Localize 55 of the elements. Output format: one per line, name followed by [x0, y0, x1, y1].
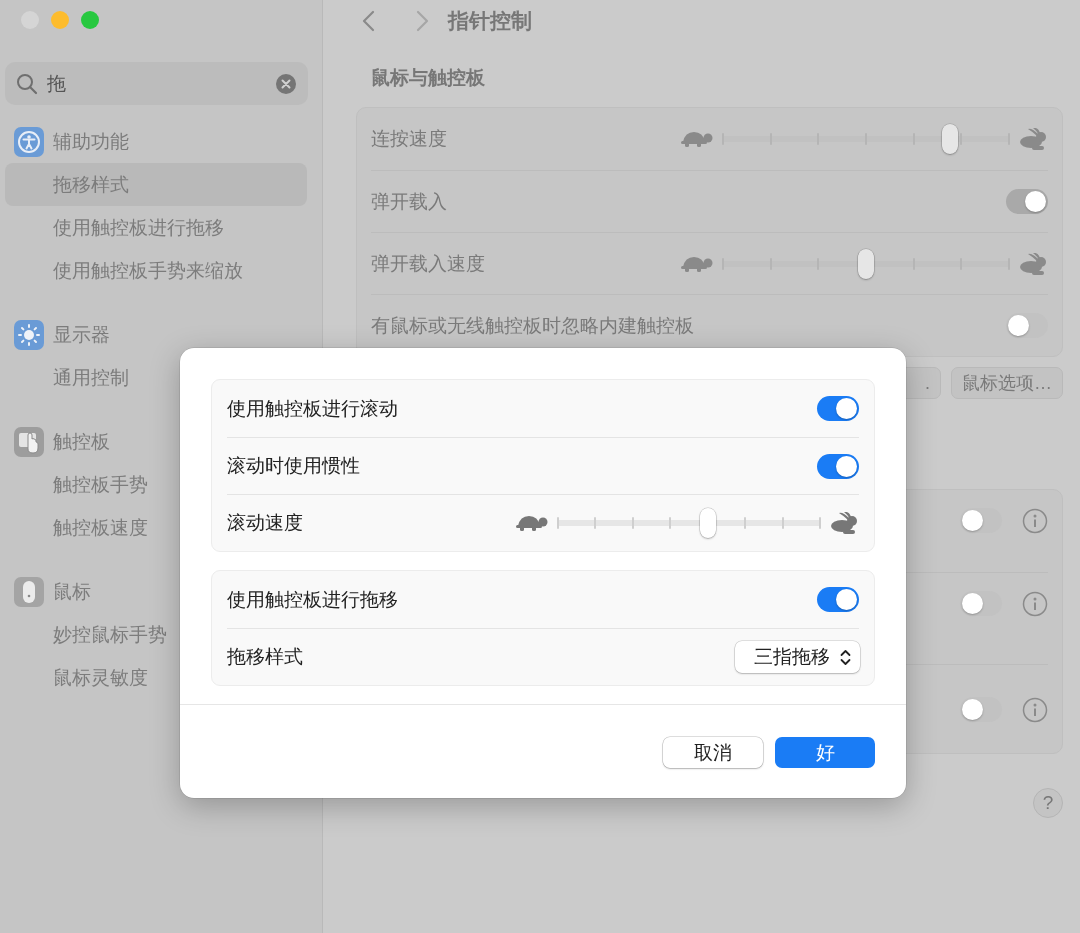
window-title: 指针控制	[448, 8, 532, 34]
toggle-switch[interactable]	[1006, 189, 1048, 214]
setting-label: 使用触控板进行滚动	[227, 396, 398, 421]
cancel-button[interactable]: 取消	[663, 737, 763, 768]
toggle-switch[interactable]	[817, 396, 859, 421]
sidebar-item[interactable]: 拖移样式	[5, 163, 307, 206]
info-icon[interactable]	[1022, 591, 1048, 617]
sidebar-category[interactable]: 辅助功能	[53, 128, 129, 155]
clear-icon[interactable]	[276, 73, 296, 94]
turtle-icon	[680, 254, 714, 273]
sidebar-category[interactable]: 触控板	[53, 428, 110, 455]
toggle-switch[interactable]	[817, 587, 859, 612]
rabbit-icon	[829, 512, 859, 534]
setting-label: 拖移样式	[227, 645, 303, 669]
setting-label: 有鼠标或无线触控板时忽略内建触控板	[371, 313, 694, 338]
setting-label: 滚动时使用惯性	[227, 454, 360, 478]
section-title: 鼠标与触控板	[371, 66, 486, 90]
sun-icon	[14, 319, 44, 350]
popup-button[interactable]: 三指拖移	[735, 641, 860, 673]
mouse-icon	[14, 576, 44, 607]
setting-label: 弹开载入	[371, 189, 447, 214]
slider-thumb[interactable]	[941, 124, 958, 154]
turtle-icon	[515, 514, 549, 532]
toggle-switch[interactable]	[960, 591, 1002, 616]
search-field[interactable]: 拖	[5, 62, 308, 105]
search-icon	[16, 72, 38, 95]
info-icon[interactable]	[1022, 508, 1048, 534]
help-button[interactable]: ?	[1033, 788, 1063, 818]
rabbit-icon	[1018, 252, 1048, 275]
options-button[interactable]: 鼠标选项…	[951, 367, 1063, 399]
setting-label: 使用触控板进行拖移	[227, 587, 398, 612]
ok-button[interactable]: 好	[775, 737, 875, 768]
setting-label: 滚动速度	[227, 511, 303, 535]
info-icon[interactable]	[1022, 697, 1048, 723]
sidebar-item[interactable]: 使用触控板手势来缩放	[5, 249, 307, 292]
accessibility-icon	[14, 126, 44, 157]
slider-thumb[interactable]	[699, 508, 716, 538]
back-icon[interactable]	[361, 10, 375, 32]
toggle-switch[interactable]	[960, 697, 1002, 722]
window-zoom-button[interactable]	[81, 11, 99, 29]
setting-label: 弹开载入速度	[371, 251, 485, 276]
setting-label: 连按速度	[371, 127, 447, 151]
sidebar-item[interactable]: 使用触控板进行拖移	[5, 206, 307, 249]
sidebar-category[interactable]: 鼠标	[53, 578, 91, 605]
sidebar-category[interactable]: 显示器	[53, 321, 110, 348]
chevron-updown-icon	[840, 648, 851, 666]
turtle-icon	[680, 130, 714, 148]
trackpad-icon	[14, 426, 44, 457]
toggle-switch[interactable]	[1006, 313, 1048, 338]
toggle-switch[interactable]	[817, 453, 859, 479]
slider-thumb[interactable]	[858, 248, 874, 279]
rabbit-icon	[1018, 128, 1048, 150]
window-minimize-button[interactable]	[51, 11, 69, 29]
toggle-switch[interactable]	[960, 508, 1002, 533]
forward-icon[interactable]	[416, 10, 430, 32]
